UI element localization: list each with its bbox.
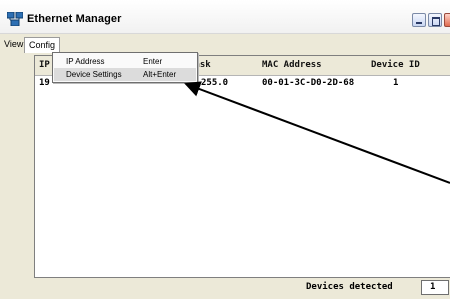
devices-detected-label: Devices detected <box>306 282 393 292</box>
menu-item-shortcut: Enter <box>143 57 163 66</box>
column-header-ip[interactable]: IP <box>39 60 50 70</box>
minimize-button[interactable] <box>412 13 426 27</box>
cell-device-id: 1 <box>393 78 399 88</box>
device-list[interactable]: IP Mask MAC Address Device ID 19 255.0 0… <box>34 55 450 278</box>
config-dropdown-menu: IP Address Enter Device Settings Alt+Ent… <box>52 52 198 83</box>
cell-mac: 00-01-3C-D0-2D-68 <box>262 78 355 88</box>
menu-item-device-settings[interactable]: Device Settings Alt+Enter <box>54 68 196 81</box>
column-header-mac[interactable]: MAC Address <box>262 60 322 70</box>
menu-bar: View Config <box>0 37 450 53</box>
status-bar: Devices detected 1 <box>0 278 450 299</box>
devices-detected-count: 1 <box>421 280 449 295</box>
maximize-button[interactable] <box>428 13 442 27</box>
cell-mask: 255.0 <box>201 78 229 88</box>
menu-config[interactable]: Config <box>24 37 61 53</box>
column-header-device-id[interactable]: Device ID <box>371 60 420 70</box>
menu-item-label: Device Settings <box>66 70 122 79</box>
menu-item-shortcut: Alt+Enter <box>143 70 177 79</box>
ethernet-manager-window: Ethernet Manager View Config IP Mask MAC… <box>0 0 450 299</box>
menu-item-ip-address[interactable]: IP Address Enter <box>54 55 196 68</box>
menu-item-label: IP Address <box>66 57 105 66</box>
title-bar[interactable]: Ethernet Manager <box>0 0 450 34</box>
network-icon <box>7 12 23 26</box>
cell-ip: 19 <box>39 78 50 88</box>
close-button[interactable] <box>444 13 450 27</box>
window-title: Ethernet Manager <box>27 13 122 25</box>
